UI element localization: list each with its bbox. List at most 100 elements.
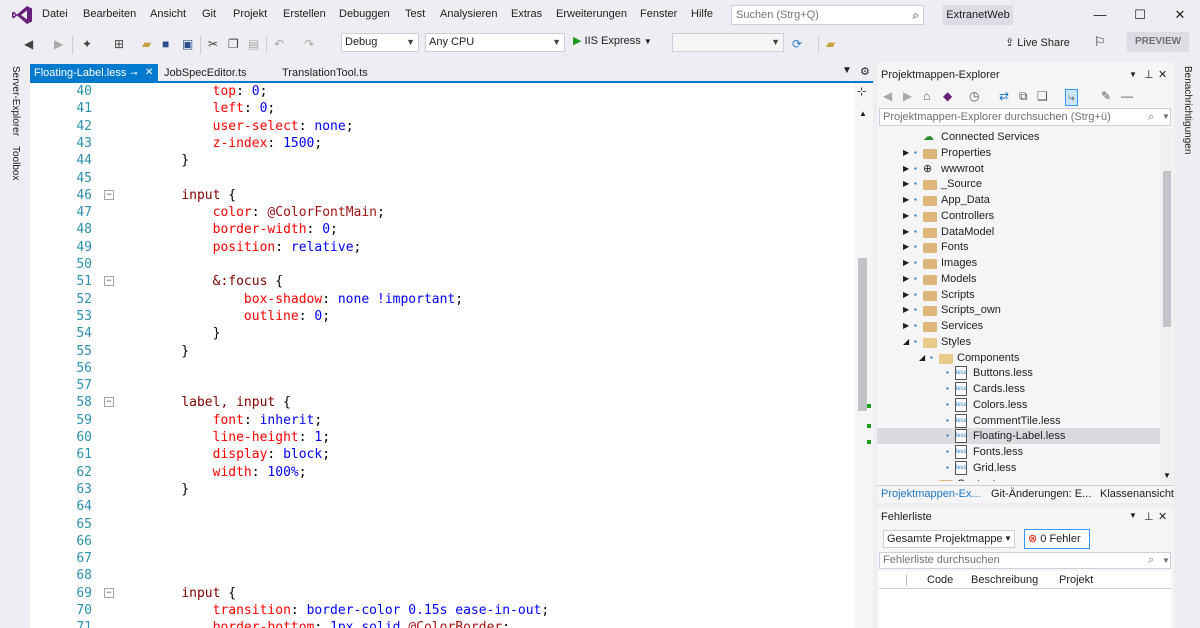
expand-arrow-icon[interactable]: ▶ — [903, 287, 909, 303]
undo-icon[interactable]: ↶ — [274, 37, 284, 51]
code-line[interactable]: 62 width: 100%; — [30, 464, 855, 481]
feedback-icon[interactable]: ⚐ — [1094, 34, 1106, 50]
code-line[interactable]: 61 display: block; — [30, 446, 855, 463]
cut-icon[interactable]: ✂ — [208, 37, 218, 51]
tree-node[interactable]: ▶ ▪ Models — [877, 271, 1161, 287]
panel-menu-icon[interactable]: ▼ — [1129, 511, 1137, 520]
menu-analyze[interactable]: Analysieren — [440, 8, 497, 20]
fold-toggle-icon[interactable]: − — [104, 189, 114, 200]
tree-node[interactable]: ▶ ▪ Images — [877, 255, 1161, 271]
home-icon[interactable]: ⌂ — [923, 89, 930, 103]
navigate-forward-icon[interactable]: ▶ — [54, 37, 63, 51]
save-icon[interactable]: ■ — [162, 37, 169, 51]
tree-node[interactable]: ◢ ▪ Styles — [877, 334, 1161, 350]
code-line[interactable]: 51 − &:focus { — [30, 273, 855, 290]
tree-node[interactable]: ▪ less Grid.less — [877, 460, 1161, 476]
properties-wrench-icon[interactable]: ✎ — [1101, 89, 1111, 103]
live-share-button[interactable]: ⇪ Live Share — [1005, 36, 1070, 49]
expand-arrow-icon[interactable]: ▶ — [903, 161, 909, 177]
expand-arrow-icon[interactable]: ▶ — [919, 476, 925, 482]
close-tab-icon[interactable]: ✕ — [145, 64, 153, 82]
code-line[interactable]: 70 transition: border-color 0.15s ease-i… — [30, 602, 855, 619]
menu-test[interactable]: Test — [405, 8, 425, 20]
tab-overflow-icon[interactable]: ▼ — [842, 65, 852, 76]
notifications-tab[interactable]: Benachrichtigungen — [1182, 66, 1193, 154]
tab-git-changes[interactable]: Git-Änderungen: E... — [991, 488, 1091, 500]
add-item-icon[interactable]: ⊞ — [114, 37, 124, 51]
panel-menu-icon[interactable]: ▼ — [1129, 66, 1137, 84]
tree-node[interactable]: ▶ ▪ Services — [877, 318, 1161, 334]
pin-icon[interactable]: ⊥ — [1144, 66, 1154, 84]
scroll-thumb[interactable] — [1163, 171, 1171, 327]
code-line[interactable]: 56 — [30, 360, 855, 377]
column-description[interactable]: Beschreibung — [971, 571, 1038, 589]
open-folder-icon[interactable]: ▰ — [142, 37, 151, 51]
code-line[interactable]: 44 } — [30, 152, 855, 169]
expand-arrow-icon[interactable]: ▶ — [903, 271, 909, 287]
tab-solution-explorer[interactable]: Projektmappen-Ex... — [881, 488, 981, 500]
tree-node[interactable]: ▶ ▪ Content — [877, 476, 1161, 482]
navigate-back-icon[interactable]: ◀ — [24, 37, 33, 51]
code-line[interactable]: 55 } — [30, 343, 855, 360]
copy-icon[interactable]: ❐ — [228, 37, 239, 51]
code-editor[interactable]: 40 top: 0; 41 left: 0; 42 user-select: non… — [30, 83, 855, 628]
code-line[interactable]: 60 line-height: 1; — [30, 429, 855, 446]
expand-arrow-icon[interactable]: ▶ — [903, 192, 909, 208]
solution-explorer-scrollbar[interactable]: ▼ — [1160, 129, 1174, 484]
global-search-input[interactable] — [732, 6, 902, 24]
code-line[interactable]: 46 − input { — [30, 187, 855, 204]
tree-node[interactable]: ▶ ▪ Scripts_own — [877, 302, 1161, 318]
show-all-files-icon[interactable]: ❏ — [1037, 89, 1048, 103]
fold-toggle-icon[interactable]: − — [104, 587, 114, 598]
tree-node[interactable]: ▶ ▪ Fonts — [877, 239, 1161, 255]
chevron-down-icon[interactable]: ▼ — [1162, 109, 1170, 125]
scroll-up-icon[interactable]: ▲ — [859, 109, 867, 118]
tree-node[interactable]: ▶ ▪ Controllers — [877, 208, 1161, 224]
sync-icon[interactable]: ⇄ — [999, 89, 1009, 103]
expand-arrow-icon[interactable]: ▶ — [903, 302, 909, 318]
tree-node[interactable]: ▪ less Cards.less — [877, 381, 1161, 397]
pin-icon[interactable]: ⊸ — [130, 64, 138, 82]
code-line[interactable]: 66 — [30, 533, 855, 550]
collapse-arrow-icon[interactable]: ◢ — [903, 334, 909, 350]
expand-arrow-icon[interactable]: ▶ — [903, 255, 909, 271]
tab-translationtool-ts[interactable]: TranslationTool.ts — [278, 64, 398, 82]
code-line[interactable]: 48 border-width: 0; — [30, 221, 855, 238]
tab-floating-label-less[interactable]: Floating-Label.less ⊸ ✕ — [30, 64, 158, 82]
tree-node[interactable]: ▪ less Floating-Label.less — [877, 428, 1161, 445]
code-line[interactable]: 58 − label, input { — [30, 394, 855, 411]
visual-studio-logo-icon[interactable] — [11, 5, 33, 25]
server-explorer-tab[interactable]: Server-Explorer — [10, 66, 21, 136]
code-line[interactable]: 68 — [30, 567, 855, 584]
code-line[interactable]: 45 — [30, 170, 855, 187]
minimize-icon[interactable]: — — [1085, 5, 1115, 25]
tab-jobspeceditor-ts[interactable]: JobSpecEditor.ts — [160, 64, 280, 82]
redo-icon[interactable]: ↷ — [304, 37, 314, 51]
code-line[interactable]: 41 left: 0; — [30, 100, 855, 117]
fold-toggle-icon[interactable]: − — [104, 397, 114, 408]
menu-project[interactable]: Projekt — [233, 8, 267, 20]
error-scope-select[interactable]: Gesamte Projektmappe ▼ — [883, 530, 1015, 548]
code-line[interactable]: 67 — [30, 550, 855, 567]
forward-icon[interactable]: ▶ — [903, 89, 912, 103]
menu-edit[interactable]: Bearbeiten — [83, 8, 136, 20]
editor-vertical-scrollbar[interactable]: ⊹ ▲ — [855, 83, 873, 628]
code-line[interactable]: 54 } — [30, 325, 855, 342]
code-line[interactable]: 52 box-shadow: none !important; — [30, 291, 855, 308]
tree-node[interactable]: ▪ less Buttons.less — [877, 365, 1161, 381]
expand-arrow-icon[interactable]: ▶ — [903, 176, 909, 192]
menu-help[interactable]: Hilfe — [691, 8, 713, 20]
tree-node[interactable]: ▶ ▪ ⊕ wwwroot — [877, 161, 1161, 177]
expand-arrow-icon[interactable]: ▶ — [903, 239, 909, 255]
menu-git[interactable]: Git — [202, 8, 216, 20]
menu-view[interactable]: Ansicht — [150, 8, 186, 20]
expand-arrow-icon[interactable]: ▶ — [903, 318, 909, 334]
fold-toggle-icon[interactable]: − — [104, 276, 114, 287]
expand-arrow-icon[interactable]: ▶ — [903, 145, 909, 161]
column-project[interactable]: Projekt — [1059, 571, 1093, 589]
code-line[interactable]: 40 top: 0; — [30, 83, 855, 100]
preview-badge[interactable]: PREVIEW — [1127, 32, 1189, 52]
expand-arrow-icon[interactable]: ▶ — [903, 224, 909, 240]
startup-item-select[interactable]: ▼ — [672, 33, 784, 52]
code-line[interactable]: 53 outline: 0; — [30, 308, 855, 325]
